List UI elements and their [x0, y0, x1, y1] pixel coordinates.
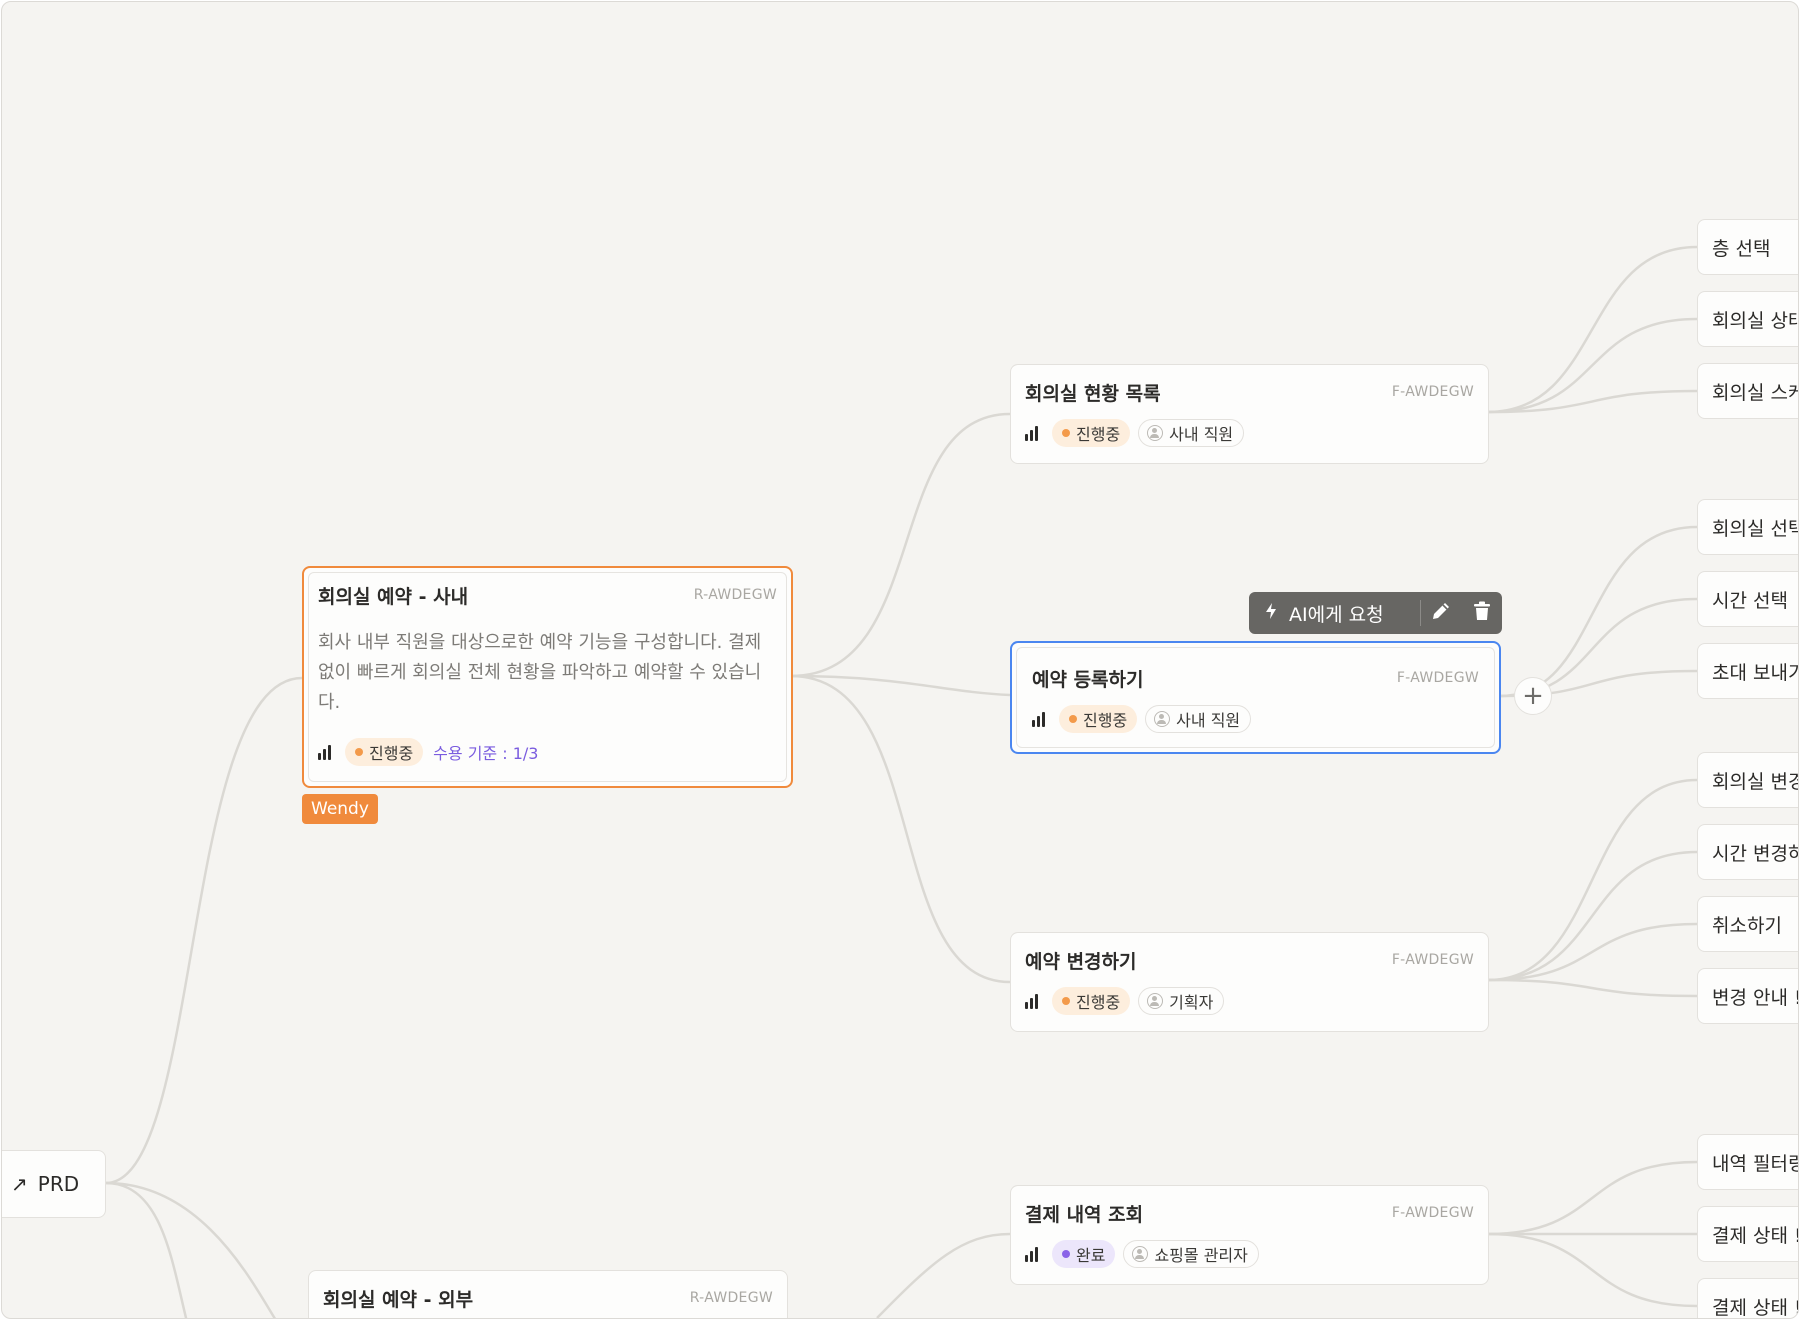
status-dot-icon [1069, 715, 1077, 723]
leaf-node[interactable]: 회의실 선택 [1697, 499, 1798, 555]
user-icon [1147, 993, 1164, 1009]
leaf-node[interactable]: 변경 안내 ! [1697, 968, 1798, 1024]
feature-meta: 진행중 사내 직원 [1025, 419, 1245, 447]
feature-code: F-AWDEGW [1391, 384, 1474, 400]
leaf-node[interactable]: 결제 상태 ! [1697, 1206, 1798, 1262]
status-label: 진행중 [1076, 425, 1121, 444]
feature-card[interactable]: 결제 내역 조회 F-AWDEGW 완료 쇼핑몰 관리자 [1010, 1185, 1489, 1285]
user-icon [1154, 711, 1171, 727]
feature-meta: 완료 쇼핑몰 관리자 [1025, 1240, 1259, 1268]
priority-icon[interactable] [1025, 1246, 1038, 1262]
user-icon [1147, 425, 1164, 441]
requirement-card-external[interactable]: 회의실 예약 - 외부 R-AWDEGW [308, 1270, 788, 1318]
feature-title: 예약 등록하기 [1032, 669, 1144, 691]
status-label: 진행중 [1076, 993, 1121, 1012]
leaf-node[interactable]: 결제 상태 ! [1697, 1278, 1798, 1318]
prd-root-node[interactable]: ↗ PRD [2, 1150, 106, 1218]
status-dot-icon [355, 748, 363, 756]
ask-ai-label: AI에게 요청 [1289, 603, 1384, 626]
trash-icon [1473, 601, 1491, 625]
user-icon [1132, 1246, 1149, 1262]
status-badge[interactable]: 진행중 [1059, 705, 1138, 733]
leaf-node[interactable]: 내역 필터링 [1697, 1134, 1798, 1190]
requirement-meta: 진행중 수용 기준 : 1/3 [318, 738, 538, 766]
leaf-node[interactable]: 취소하기 [1697, 896, 1798, 952]
requirement-card-internal[interactable]: 회의실 예약 - 사내 R-AWDEGW 회사 내부 직원을 대상으로한 예약 … [302, 566, 793, 788]
feature-title: 예약 변경하기 [1025, 951, 1137, 973]
status-badge[interactable]: 진행중 [1052, 419, 1131, 447]
pencil-icon [1430, 600, 1452, 626]
ask-ai-button[interactable]: AI에게 요청 [1249, 592, 1420, 634]
feature-code: F-AWDEGW [1391, 1205, 1474, 1221]
priority-icon[interactable] [1032, 711, 1045, 727]
add-child-button[interactable]: + [1514, 677, 1552, 715]
feature-card[interactable]: 회의실 현황 목록 F-AWDEGW 진행중 사내 직원 [1010, 364, 1489, 464]
priority-icon[interactable] [318, 744, 331, 760]
status-badge[interactable]: 진행중 [1052, 987, 1131, 1015]
role-label: 기획자 [1169, 993, 1214, 1012]
feature-card[interactable]: 예약 변경하기 F-AWDEGW 진행중 기획자 [1010, 932, 1489, 1032]
status-badge[interactable]: 진행중 [345, 738, 424, 766]
assignee-tag: Wendy [302, 794, 378, 824]
status-dot-icon [1062, 997, 1070, 1005]
leaf-node[interactable]: 회의실 상태 [1697, 291, 1798, 347]
leaf-node[interactable]: 시간 변경하 [1697, 824, 1798, 880]
requirement-description: 회사 내부 직원을 대상으로한 예약 기능을 구성합니다. 결제 없이 빠르게 … [318, 632, 762, 713]
role-label: 사내 직원 [1169, 425, 1234, 444]
leaf-node[interactable]: 초대 보내기 [1697, 643, 1798, 699]
requirement-title: 회의실 예약 - 사내 [318, 586, 469, 608]
open-arrow-icon[interactable]: ↗ [11, 1172, 28, 1196]
leaf-node[interactable]: 층 선택 [1697, 219, 1798, 275]
leaf-node[interactable]: 회의실 변경 [1697, 752, 1798, 808]
status-dot-icon [1062, 429, 1070, 437]
bolt-icon [1265, 602, 1277, 625]
prd-label: PRD [37, 1172, 80, 1196]
plus-icon: + [1522, 681, 1544, 711]
role-badge[interactable]: 사내 직원 [1138, 419, 1245, 447]
requirement-code: R-AWDEGW [693, 587, 777, 603]
acceptance-criteria-link[interactable]: 수용 기준 : 1/3 [433, 740, 538, 764]
feature-meta: 진행중 기획자 [1025, 987, 1225, 1015]
feature-meta: 진행중 사내 직원 [1032, 705, 1252, 733]
role-label: 쇼핑몰 관리자 [1154, 1246, 1248, 1265]
mindmap-canvas[interactable]: ↗ PRD 회의실 예약 - 사내 R-AWDEGW 회사 내부 직원을 대상으… [1, 1, 1799, 1319]
feature-code: F-AWDEGW [1396, 670, 1479, 686]
status-label: 진행중 [1083, 711, 1128, 730]
role-badge[interactable]: 쇼핑몰 관리자 [1123, 1240, 1259, 1268]
status-label: 진행중 [369, 744, 414, 763]
feature-card-selected[interactable]: 예약 등록하기 F-AWDEGW 진행중 사내 직원 [1010, 641, 1501, 754]
connector-lines [105, 245, 1698, 1318]
feature-code: F-AWDEGW [1391, 952, 1474, 968]
node-toolbar: AI에게 요청 [1249, 592, 1502, 634]
requirement-code: R-AWDEGW [689, 1290, 773, 1306]
edit-button[interactable] [1421, 592, 1462, 634]
priority-icon[interactable] [1025, 993, 1038, 1009]
feature-title: 결제 내역 조회 [1025, 1204, 1144, 1226]
role-badge[interactable]: 기획자 [1138, 987, 1225, 1015]
feature-title: 회의실 현황 목록 [1025, 383, 1161, 405]
status-dot-icon [1062, 1250, 1070, 1258]
requirement-title: 회의실 예약 - 외부 [323, 1289, 474, 1311]
status-label: 완료 [1076, 1246, 1106, 1265]
status-badge[interactable]: 완료 [1052, 1240, 1116, 1268]
leaf-node[interactable]: 시간 선택 [1697, 571, 1798, 627]
leaf-node[interactable]: 회의실 스케 [1697, 363, 1798, 419]
priority-icon[interactable] [1025, 425, 1038, 441]
role-label: 사내 직원 [1176, 711, 1241, 730]
delete-button[interactable] [1461, 592, 1502, 634]
role-badge[interactable]: 사내 직원 [1145, 705, 1252, 733]
